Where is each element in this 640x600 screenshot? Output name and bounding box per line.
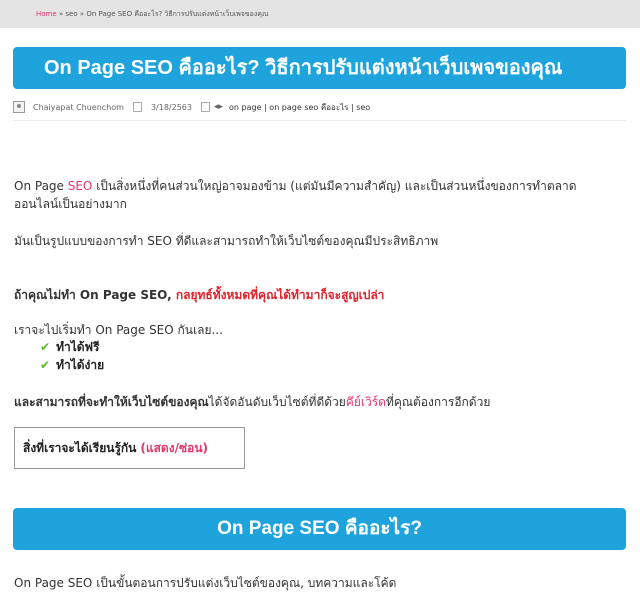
bold-text: และสามารถที่จะทำให้เว็บไซต์ของคุณ — [14, 395, 209, 409]
paragraph: มันเป็นรูปแบบของการทำ SEO ที่ดีและสามารถ… — [14, 234, 439, 248]
table-of-contents: สิ่งที่เราจะได้เรียนรู้กัน (แสดง/ซ่อน) — [14, 427, 245, 469]
paragraph-text: ได้จัดอันดับเว็บไซต์ที่ดีด้วย — [208, 395, 346, 409]
benefits-list: ✔ ทำได้ฟรี ✔ ทำได้ง่าย — [40, 338, 104, 374]
list-item: ✔ ทำได้ง่าย — [40, 356, 104, 374]
warning-highlight: กลยุทธ์ทั้งหมดที่คุณได้ทำมาก็จะสูญเปล่า — [175, 288, 385, 302]
toc-toggle-button[interactable]: (แสดง/ซ่อน) — [140, 439, 208, 458]
divider-icon — [200, 102, 210, 112]
meta-divider — [13, 120, 626, 121]
warning-text: ถ้าคุณไม่ทำ On Page SEO, — [14, 288, 176, 302]
breadcrumb-category-link[interactable]: seo — [65, 10, 77, 18]
seo-link[interactable]: SEO — [68, 179, 93, 193]
toc-label: สิ่งที่เราจะได้เรียนรู้กัน — [23, 440, 137, 455]
author-avatar-icon — [13, 101, 25, 113]
author-name[interactable]: Chaiyapat Chuenchom — [33, 103, 124, 112]
intro-text: เป็นสิ่งหนึ่งที่คนส่วนใหญ่อาจมองข้าม (แต… — [92, 179, 577, 193]
paragraph: และสามารถที่จะทำให้เว็บไซต์ของคุณได้จัดอ… — [14, 393, 490, 412]
intro-paragraph-line2: ออนไลน์เป็นอย่างมาก — [14, 197, 127, 211]
check-icon: ✔ — [40, 358, 51, 372]
breadcrumb-current: On Page SEO คืออะไร? วิธีการปรับแต่งหน้า… — [86, 10, 269, 18]
list-item-label: ทำได้ง่าย — [56, 357, 105, 372]
keyword-link[interactable]: คีย์เวิร์ด — [346, 395, 386, 409]
calendar-icon — [132, 102, 142, 112]
intro-text: On Page — [14, 179, 68, 193]
tag-icon: ◂▸ — [213, 102, 224, 112]
list-item: ✔ ทำได้ฟรี — [40, 338, 104, 356]
list-item-label: ทำได้ฟรี — [56, 339, 100, 354]
post-meta: Chaiyapat Chuenchom 3/18/2563 ◂▸ on page… — [13, 97, 626, 117]
post-date: 3/18/2563 — [150, 102, 192, 112]
page-title: On Page SEO คืออะไร? วิธีการปรับแต่งหน้า… — [13, 47, 626, 89]
section-heading: On Page SEO คืออะไร? — [13, 508, 626, 550]
paragraph-text: ที่คุณต้องการอีกด้วย — [385, 395, 491, 409]
check-icon: ✔ — [40, 340, 51, 354]
breadcrumb-home-link[interactable]: Home — [36, 10, 57, 18]
post-tags[interactable]: on page | on page seo คืออะไร | seo — [229, 101, 370, 114]
paragraph: On Page SEO เป็นขั้นตอนการปรับแต่งเว็บไซ… — [14, 576, 397, 590]
warning-paragraph: ถ้าคุณไม่ทำ On Page SEO, กลยุทธ์ทั้งหมดท… — [14, 286, 384, 305]
breadcrumb: Home » seo » On Page SEO คืออะไร? วิธีกา… — [0, 0, 640, 28]
intro-paragraph: On Page SEO เป็นสิ่งหนึ่งที่คนส่วนใหญ่อา… — [14, 177, 577, 196]
